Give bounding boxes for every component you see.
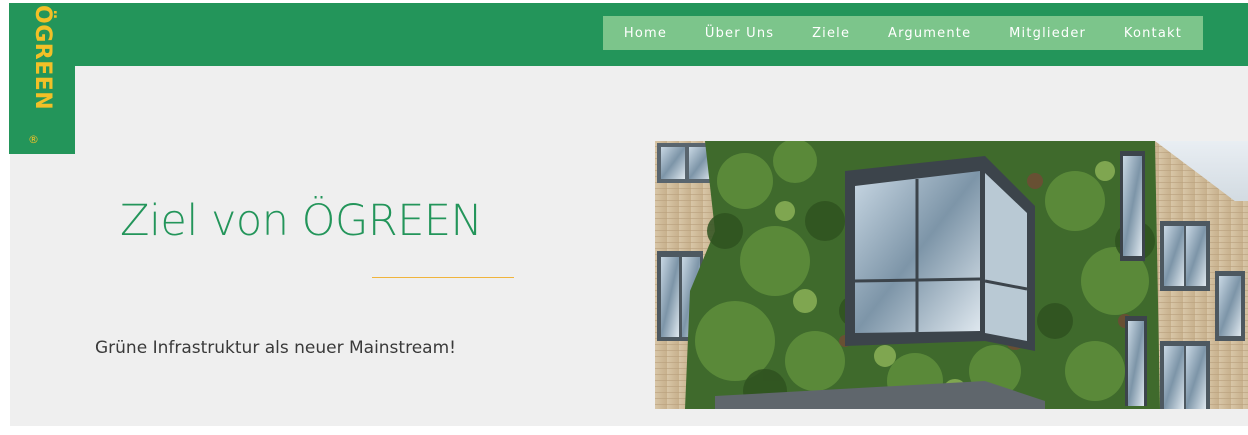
left-margin: [0, 0, 9, 435]
bottom-margin: [0, 426, 1248, 435]
main-navigation: Home Über Uns Ziele Argumente Mitglieder…: [603, 16, 1203, 50]
registered-mark: ®: [28, 133, 39, 146]
nav-item-mitglieder[interactable]: Mitglieder: [1003, 22, 1092, 45]
nav-item-ueber-uns[interactable]: Über Uns: [699, 22, 780, 45]
title-divider: [372, 277, 514, 278]
nav-item-kontakt[interactable]: Kontakt: [1118, 22, 1188, 45]
page: Home Über Uns Ziele Argumente Mitglieder…: [0, 0, 1248, 435]
nav-item-home[interactable]: Home: [618, 22, 673, 45]
green-facade-photo: [655, 141, 1248, 409]
site-header: Home Über Uns Ziele Argumente Mitglieder…: [10, 3, 1248, 66]
logo-wordmark: ÖGREEN: [30, 5, 55, 111]
hero-subtitle: Grüne Infrastruktur als neuer Mainstream…: [95, 338, 456, 358]
hero-section: Ziel von ÖGREEN Grüne Infrastruktur als …: [10, 66, 1248, 426]
page-title: Ziel von ÖGREEN: [120, 196, 483, 246]
green-facade-image: [655, 141, 1248, 409]
nav-item-argumente[interactable]: Argumente: [882, 22, 977, 45]
nav-item-ziele[interactable]: Ziele: [806, 22, 856, 45]
logo[interactable]: ÖGREEN ®: [9, 3, 75, 154]
